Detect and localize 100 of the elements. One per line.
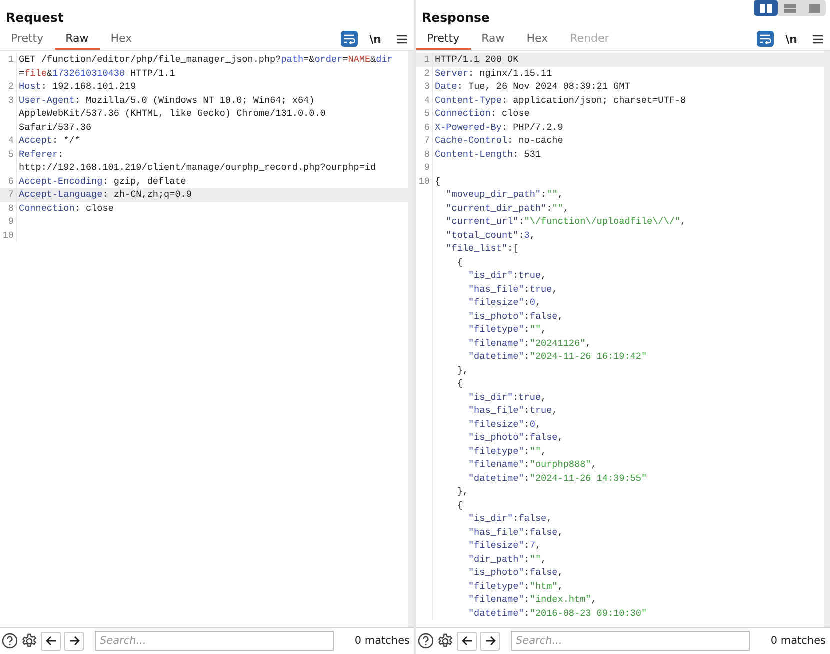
code-line: "total_count":3, [445, 228, 536, 242]
panel-title: Response [422, 10, 490, 25]
line-number: 7 [0, 188, 17, 202]
code-line: User-Agent: Mozilla/5.0 (Windows NT 10.0; Win64; x64) [18, 94, 315, 107]
code-line: "is_photo":false, [467, 310, 564, 323]
line-number: 2 [416, 66, 433, 80]
tab[interactable]: Hex [516, 28, 560, 50]
forward-button[interactable] [480, 632, 500, 650]
search-field[interactable]: Search... [511, 631, 750, 651]
code-line: "datetime":"2024-11-26 14:39:55" [467, 472, 648, 485]
code-line: "datetime":"2024-11-26 16:19:42" [467, 350, 648, 364]
tab[interactable]: Pretty [416, 28, 471, 50]
code-line: Accept-Encoding: gzip, deflate [18, 174, 186, 188]
code-line: "filename":"20241126", [467, 336, 592, 350]
help-icon[interactable] [2, 633, 18, 649]
code-line: "file_list":[ [445, 242, 519, 256]
line-number: 10 [0, 228, 17, 242]
wrap-button[interactable] [341, 31, 358, 47]
code-line: "is_dir":true, [467, 269, 547, 282]
line-number: 2 [0, 80, 17, 94]
line-number: 8 [0, 202, 17, 215]
wrap-icon [344, 34, 355, 44]
left-arrow-icon [462, 636, 472, 646]
right-arrow-icon [484, 636, 496, 646]
code-line: =file&1732610310430 HTTP/1.1 [18, 66, 176, 80]
code-line: "filetype":"", [467, 444, 547, 458]
line-number: 1 [416, 53, 433, 66]
columns-icon [760, 4, 772, 12]
help-icon[interactable] [418, 633, 434, 649]
code-line: "has_file":true, [467, 404, 558, 418]
code-line: "filesize":0, [467, 296, 542, 310]
code-line: GET /function/editor/php/file_manager_json.php?path=&order=NAME&dir [18, 53, 393, 66]
code-line: Accept: */* [18, 134, 80, 148]
code-line: http://192.168.101.219/client/manage/ourphp_record.php?ourphp=id [18, 161, 376, 174]
menu-icon [812, 34, 822, 44]
line-number: 7 [416, 134, 433, 148]
code-line: "filename":"ourphp888", [467, 458, 597, 472]
code-line: Server: nginx/1.15.11 [434, 66, 552, 80]
line-number: 6 [416, 120, 433, 134]
forward-button[interactable] [64, 632, 84, 650]
panel-title: Request [6, 10, 64, 25]
code-line: "datetime":"2016-08-23 09:10:30" [467, 606, 648, 620]
line-number: 3 [0, 94, 17, 107]
line-number: 1 [0, 53, 17, 66]
line-number: 9 [0, 215, 17, 228]
menu-icon [396, 34, 406, 44]
wrap-button[interactable] [757, 31, 774, 47]
square-icon [808, 4, 820, 12]
code-line: Content-Type: application/json; charset=UTF-8 [434, 94, 686, 107]
code-line: "is_photo":false, [467, 431, 564, 444]
right-arrow-icon [68, 636, 80, 646]
code-line: Content-Length: 531 [434, 148, 542, 161]
code-line: "has_file":false, [467, 526, 564, 539]
code-line: Accept-Language: zh-CN,zh;q=0.9 [18, 188, 192, 202]
code-line: "is_photo":false, [467, 566, 564, 580]
back-button[interactable] [41, 632, 61, 650]
search-field[interactable]: Search... [95, 631, 334, 651]
code-line: "filesize":7, [467, 539, 542, 552]
tab[interactable]: Raw [54, 28, 100, 50]
code-line: "filetype":"", [467, 323, 547, 336]
code-line: "moveup_dir_path":"", [445, 188, 564, 202]
left-arrow-icon [46, 636, 56, 646]
code-line: { [434, 174, 441, 188]
code-line: "dir_path":"", [467, 552, 547, 566]
tab[interactable]: Raw [470, 28, 516, 50]
code-line: "is_dir":false, [467, 512, 552, 526]
line-number: 4 [0, 134, 17, 148]
match-count: 0 matches [770, 635, 826, 647]
code-line: "filename":"index.htm", [467, 593, 597, 606]
code-line: { [456, 256, 463, 269]
back-button[interactable] [457, 632, 477, 650]
line-number: 5 [416, 107, 433, 120]
code-line: "filetype":"htm", [467, 580, 564, 593]
line-number: 8 [416, 148, 433, 161]
code-line: "current_url":"\/function\/uploadfile\/\/", [445, 215, 686, 228]
line-number: 10 [416, 174, 433, 188]
settings-icon[interactable] [437, 632, 454, 650]
line-number: 5 [0, 148, 17, 161]
code-line: Date: Tue, 26 Nov 2024 08:39:21 GMT [434, 80, 630, 94]
code-line: }, [456, 364, 468, 377]
settings-icon[interactable] [21, 632, 38, 650]
code-line: Connection: close [434, 107, 530, 120]
code-line: AppleWebKit/537.36 (KHTML, like Gecko) Chrome/131.0.0.0 [18, 107, 326, 120]
rows-icon [784, 4, 796, 12]
code-line: Referer: [18, 148, 64, 161]
tab[interactable]: Hex [100, 28, 144, 50]
tab[interactable]: Pretty [0, 28, 55, 50]
wrap-icon [760, 34, 771, 44]
code-line: Host: 192.168.101.219 [18, 80, 136, 94]
layout-button[interactable] [754, 0, 778, 16]
code-line: Connection: close [18, 202, 114, 215]
code-line: "is_dir":true, [467, 390, 547, 404]
newline-button[interactable]: \n [783, 31, 800, 47]
line-number: 4 [416, 94, 433, 107]
line-number: 3 [416, 80, 433, 94]
code-line: }, [456, 485, 468, 498]
match-count: 0 matches [354, 635, 410, 647]
code-line: X-Powered-By: PHP/7.2.9 [434, 120, 564, 134]
code-line: Safari/537.36 [18, 120, 92, 134]
newline-button[interactable]: \n [367, 31, 384, 47]
